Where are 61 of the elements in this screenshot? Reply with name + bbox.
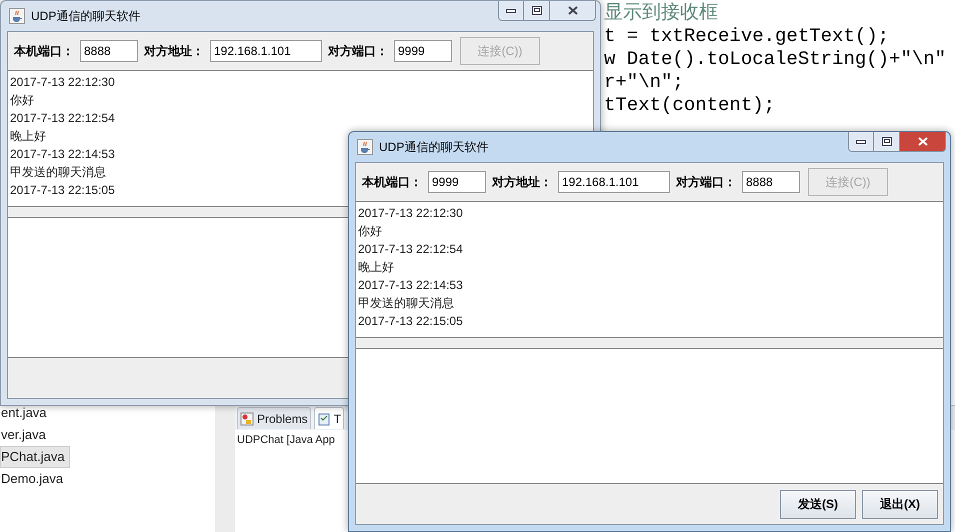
field-label: 对方端口： xyxy=(328,43,388,60)
console-tab[interactable]: T xyxy=(314,407,344,429)
message-line: 2017-7-13 22:12:30 xyxy=(358,205,463,222)
field-label: 对方端口： xyxy=(676,174,736,191)
minimize-button[interactable] xyxy=(498,1,524,21)
field-label: 本机端口： xyxy=(362,174,422,191)
minimize-icon xyxy=(506,8,516,12)
close-icon xyxy=(568,6,578,15)
message-input[interactable] xyxy=(356,348,943,484)
port-field[interactable]: 9999 xyxy=(428,171,486,193)
close-icon xyxy=(918,137,928,146)
cup-icon xyxy=(9,8,25,24)
message-line: 2017-7-13 22:12:30 xyxy=(10,74,115,91)
maximize-icon xyxy=(532,6,542,15)
close-button[interactable] xyxy=(550,1,596,21)
tab-label: Problems xyxy=(257,410,308,428)
port-field[interactable]: 8888 xyxy=(80,40,138,62)
file-item[interactable]: Demo.java xyxy=(0,468,68,490)
console-tab[interactable]: Problems xyxy=(237,407,311,429)
port-field[interactable]: 8888 xyxy=(742,171,800,193)
maximize-icon xyxy=(882,137,892,146)
action-button[interactable]: 发送(S) xyxy=(780,490,856,518)
message-line: 2017-7-13 22:12:54 xyxy=(10,110,115,127)
action-button[interactable]: 退出(X) xyxy=(862,490,938,518)
close-button[interactable] xyxy=(900,132,946,152)
port-field[interactable]: 9999 xyxy=(394,40,452,62)
message-line: 甲发送的聊天消息 xyxy=(358,295,454,312)
window-title: UDP通信的聊天软件 xyxy=(379,139,488,156)
error-list-icon xyxy=(240,412,254,426)
code-line: t = txtReceive.getText(); xyxy=(604,25,890,48)
message-line: 甲发送的聊天消息 xyxy=(10,164,106,181)
tab-label: T xyxy=(334,410,342,428)
message-line: 2017-7-13 22:14:53 xyxy=(358,277,463,294)
field-label: 本机端口： xyxy=(14,43,74,60)
message-line: 你好 xyxy=(10,92,34,109)
file-item[interactable]: PChat.java xyxy=(0,446,70,468)
code-line: r+"\n"; xyxy=(604,71,685,94)
cup-icon xyxy=(357,139,373,155)
window-title: UDP通信的聊天软件 xyxy=(31,8,140,25)
maximize-button[interactable] xyxy=(874,132,900,152)
code-line: tText(content); xyxy=(604,94,776,117)
minimize-icon xyxy=(856,140,866,144)
console-line: UDPChat [Java App xyxy=(236,433,335,448)
file-item[interactable]: ent.java xyxy=(0,402,52,424)
field-label: 对方地址： xyxy=(144,43,204,60)
message-line: 2017-7-13 22:15:05 xyxy=(10,182,115,199)
code-line: w Date().toLocaleString()+"\n" xyxy=(604,48,948,71)
clipboard-icon xyxy=(316,412,331,426)
maximize-button[interactable] xyxy=(524,1,550,21)
address-field[interactable]: 192.168.1.101 xyxy=(210,40,322,62)
address-field[interactable]: 192.168.1.101 xyxy=(558,171,670,193)
message-line: 2017-7-13 22:14:53 xyxy=(10,146,115,163)
message-line: 2017-7-13 22:12:54 xyxy=(358,241,463,258)
message-line: 晚上好 xyxy=(10,128,46,145)
message-line: 2017-7-13 22:15:05 xyxy=(358,313,463,330)
minimize-button[interactable] xyxy=(848,132,874,152)
file-item[interactable]: ver.java xyxy=(0,424,51,446)
message-line: 晚上好 xyxy=(358,259,394,276)
message-line: 你好 xyxy=(358,223,382,240)
code-line: 显示到接收框 xyxy=(604,2,719,25)
field-label: 对方地址： xyxy=(492,174,552,191)
